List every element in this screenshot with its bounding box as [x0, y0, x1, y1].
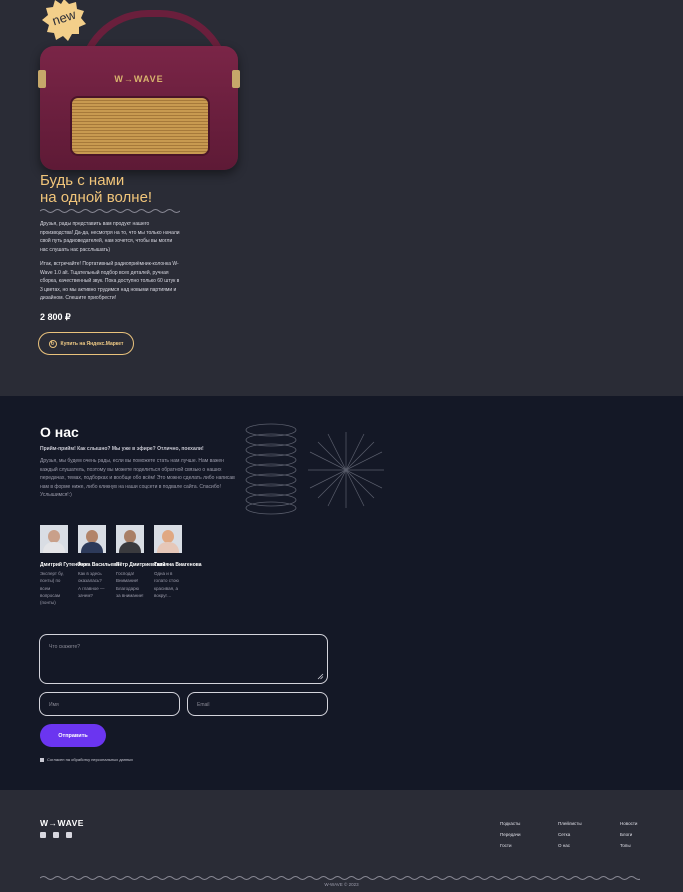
avatar: [154, 525, 182, 553]
avatar: [78, 525, 106, 553]
team-member-name: Татьяна Виагенова: [154, 562, 202, 568]
consent-checkbox[interactable]: [40, 757, 44, 762]
name-input[interactable]: Имя: [39, 692, 180, 716]
footer-link-news[interactable]: Новости: [620, 818, 637, 829]
footer-link-blogs[interactable]: Блоги: [620, 829, 637, 840]
footer-nav-column-3: Новости Блоги Топы: [620, 818, 637, 851]
team-member-quote: Одна и в голато стою красивая, а вокруг…: [154, 571, 179, 598]
new-badge: new: [40, 0, 88, 42]
footer-logo[interactable]: W→WAVE: [40, 818, 84, 828]
radio-grille: [70, 96, 210, 156]
team-member: Пётр Дмитриевский Господа! Внимание! Бла…: [116, 525, 166, 606]
about-section: О нас Прийм-прийм! Как слышно? Мы уже в …: [0, 396, 683, 790]
submit-button[interactable]: Отправить: [40, 724, 106, 747]
about-text: Друзья, мы будем очень рады, если вы пом…: [40, 458, 235, 498]
team-member-name: Анна Васильева: [78, 562, 119, 568]
team-member: Дмитрий Гутенберг Эксперт бу, понты) по …: [40, 525, 89, 606]
avatar: [116, 525, 144, 553]
team-member: Анна Васильева Как в здесь оказалась? А …: [78, 525, 119, 606]
copyright: W-WAVE © 2023: [324, 882, 359, 887]
footer-nav-column-2: Плейлисты Сетка О нас: [558, 818, 582, 851]
message-placeholder: Что скажете?: [49, 644, 81, 650]
team-member: Татьяна Виагенова Одна и в голато стою к…: [154, 525, 202, 606]
social-links: [40, 832, 72, 838]
buy-yandex-market-button[interactable]: ↻ Купить на Яндекс.Маркет: [38, 332, 134, 355]
name-placeholder: Имя: [49, 702, 59, 708]
telegram-icon[interactable]: [53, 832, 59, 838]
footer-link-tops[interactable]: Топы: [620, 840, 637, 851]
product-title-line1: Будь с нами: [40, 172, 125, 189]
vk-icon[interactable]: [40, 832, 46, 838]
team-member-name: Пётр Дмитриевский: [116, 562, 166, 568]
product-title-line2: на одной волне!: [40, 189, 153, 206]
team-member-quote: Как в здесь оказалась? А главное — зачем…: [78, 571, 105, 598]
footer-link-shows[interactable]: Передачи: [500, 829, 521, 840]
product-section: W→WAVE new Будь с нами на одной волне! Д…: [0, 0, 683, 396]
email-input[interactable]: Email: [187, 692, 328, 716]
footer: W→WAVE Подкасты Передачи Гости Плейлисты…: [0, 790, 683, 892]
starburst-decoration-icon: [308, 432, 384, 508]
footer-link-playlists[interactable]: Плейлисты: [558, 818, 582, 829]
team-list: Дмитрий Гутенберг Эксперт бу, понты) по …: [40, 525, 202, 606]
message-textarea[interactable]: Что скажете?: [39, 634, 328, 684]
footer-wave-divider-icon: [40, 876, 640, 880]
email-placeholder: Email: [197, 702, 210, 708]
refresh-icon: ↻: [48, 339, 57, 348]
footer-link-podcasts[interactable]: Подкасты: [500, 818, 521, 829]
footer-nav-column-1: Подкасты Передачи Гости: [500, 818, 521, 851]
resize-handle-icon[interactable]: [317, 673, 324, 680]
buy-button-label: Купить на Яндекс.Маркет: [60, 340, 124, 347]
product-price: 2 800 ₽: [40, 312, 71, 322]
about-lead: Прийм-прийм! Как слышно? Мы уже в эфире?…: [40, 446, 204, 452]
product-paragraph-1: Друзья, рады представить вам продукт наш…: [40, 221, 180, 253]
product-title: Будь с нами на одной волне!: [40, 172, 240, 206]
avatar: [40, 525, 68, 553]
footer-link-about[interactable]: О нас: [558, 840, 582, 851]
coil-decoration-icon: [245, 423, 297, 515]
footer-link-schedule[interactable]: Сетка: [558, 829, 582, 840]
product-paragraph-2: Итак, встречайте! Портативный радиоприём…: [40, 261, 180, 301]
about-title: О нас: [40, 424, 79, 440]
team-member-quote: Эксперт бу, понты) по всем вопросам (пон…: [40, 571, 64, 606]
consent-label: Согласен на обработку персональных данны…: [47, 757, 134, 762]
radio-logo: W→WAVE: [114, 74, 164, 84]
consent-checkbox-row[interactable]: Согласен на обработку персональных данны…: [40, 757, 133, 762]
youtube-icon[interactable]: [66, 832, 72, 838]
wave-divider-icon: [40, 209, 180, 213]
footer-link-guests[interactable]: Гости: [500, 840, 521, 851]
team-member-name: Дмитрий Гутенберг: [40, 562, 89, 568]
team-member-quote: Господа! Внимание! Благодарю за внимание…: [116, 571, 144, 598]
